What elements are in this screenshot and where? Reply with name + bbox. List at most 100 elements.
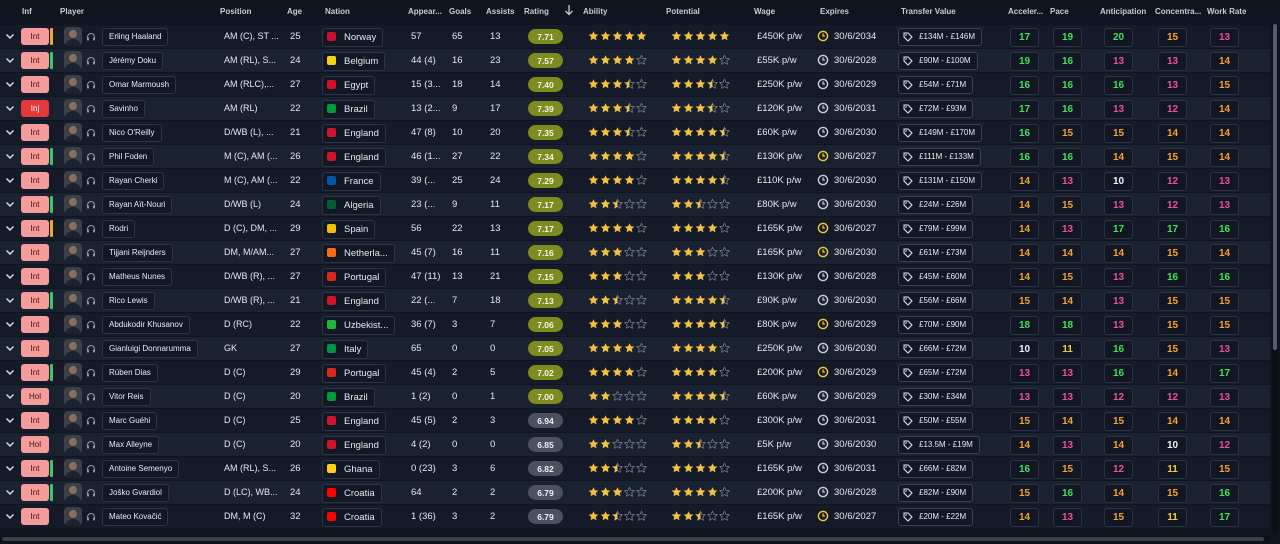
player-name[interactable]: Rayan Aït-Nouri [102, 196, 173, 214]
chevron-down-icon[interactable] [4, 294, 16, 306]
player-name[interactable]: Tijjani Reijnders [102, 244, 173, 262]
table-row[interactable]: Int Joško Gvardiol D (LC), WB... 24 Croa… [0, 481, 1270, 504]
col-inf[interactable]: Inf [22, 7, 32, 16]
col-transfer-value[interactable]: Transfer Value [901, 7, 956, 16]
table-row[interactable]: Int Matheus Nunes D/WB (R), ... 27 Portu… [0, 265, 1270, 288]
transfer-value-chip[interactable]: £56M - £66M [898, 292, 974, 310]
table-row[interactable]: Int Marc Guéhi D (C) 25 England 45 (5) 2… [0, 409, 1270, 432]
table-row[interactable]: Int Antoine Semenyo AM (RL), S... 26 Gha… [0, 457, 1270, 480]
col-anticipation[interactable]: Anticipation [1100, 7, 1146, 16]
horizontal-scrollbar-thumb[interactable] [2, 537, 1264, 541]
nation-chip[interactable]: Croatia [322, 508, 382, 527]
col-goals[interactable]: Goals [449, 7, 471, 16]
table-row[interactable]: Int Abdukodir Khusanov D (RC) 22 Uzbekis… [0, 313, 1270, 336]
info-badge[interactable]: Int [21, 172, 49, 189]
player-name[interactable]: Abdukodir Khusanov [102, 316, 190, 334]
table-row[interactable]: Hol Max Alleyne D (C) 20 England 4 (2) 0… [0, 433, 1270, 456]
table-row[interactable]: Int Phil Foden M (C), AM (... 26 England… [0, 145, 1270, 168]
info-badge[interactable]: Int [21, 124, 49, 141]
nation-chip[interactable]: Croatia [322, 484, 382, 503]
player-name[interactable]: Nico O'Reilly [102, 124, 162, 142]
table-row[interactable]: Int Tijjani Reijnders DM, M/AM... 27 Net… [0, 241, 1270, 264]
col-concentration[interactable]: Concentra... [1155, 7, 1201, 16]
table-row[interactable]: Int Rayan Aït-Nouri D/WB (L) 24 Algeria … [0, 193, 1270, 216]
table-row[interactable]: Int Nico O'Reilly D/WB (L), ... 21 Engla… [0, 121, 1270, 144]
chevron-down-icon[interactable] [4, 198, 16, 210]
transfer-value-chip[interactable]: £30M - £34M [898, 388, 974, 406]
nation-chip[interactable]: England [322, 436, 386, 455]
col-position[interactable]: Position [220, 7, 252, 16]
sort-arrow-down-icon[interactable] [564, 4, 574, 18]
nation-chip[interactable]: Brazil [322, 388, 375, 407]
player-name[interactable]: Mateo Kovačić [102, 508, 169, 526]
chevron-down-icon[interactable] [4, 78, 16, 90]
transfer-value-chip[interactable]: £131M - £150M [898, 172, 983, 190]
transfer-value-chip[interactable]: £72M - £93M [898, 100, 974, 118]
table-row[interactable]: Int Omar Marmoush AM (RLC),... 27 Egypt … [0, 73, 1270, 96]
player-name[interactable]: Rayan Cherki [102, 172, 165, 190]
table-row[interactable]: Inj Savinho AM (RL) 22 Brazil 13 (2... 9… [0, 97, 1270, 120]
transfer-value-chip[interactable]: £66M - £72M [898, 340, 974, 358]
transfer-value-chip[interactable]: £79M - £99M [898, 220, 974, 238]
transfer-value-chip[interactable]: £65M - £72M [898, 364, 974, 382]
table-row[interactable]: Int Rayan Cherki M (C), AM (... 22 Franc… [0, 169, 1270, 192]
chevron-down-icon[interactable] [4, 438, 16, 450]
nation-chip[interactable]: Brazil [322, 100, 375, 119]
chevron-down-icon[interactable] [4, 126, 16, 138]
nation-chip[interactable]: England [322, 292, 386, 311]
player-name[interactable]: Max Alleyne [102, 436, 160, 454]
col-ability[interactable]: Ability [583, 7, 607, 16]
player-name[interactable]: Matheus Nunes [102, 268, 173, 286]
transfer-value-chip[interactable]: £134M - £146M [898, 28, 983, 46]
nation-chip[interactable]: Portugal [322, 268, 387, 287]
table-row[interactable]: Int Rico Lewis D/WB (R), ... 21 England … [0, 289, 1270, 312]
transfer-value-chip[interactable]: £61M - £73M [898, 244, 974, 262]
table-row[interactable]: Int Rodri D (C), DM, ... 29 Spain 56 22 … [0, 217, 1270, 240]
table-row[interactable]: Int Mateo Kovačić DM, M (C) 32 Croatia 1… [0, 505, 1270, 528]
transfer-value-chip[interactable]: £149M - £170M [898, 124, 983, 142]
nation-chip[interactable]: Uzbekist... [322, 316, 396, 335]
info-badge[interactable]: Int [21, 460, 49, 477]
player-name[interactable]: Jérémy Doku [102, 52, 164, 70]
table-row[interactable]: Hol Vitor Reis D (C) 20 Brazil 1 (2) 0 1… [0, 385, 1270, 408]
player-name[interactable]: Rico Lewis [102, 292, 155, 310]
chevron-down-icon[interactable] [4, 462, 16, 474]
col-assists[interactable]: Assists [486, 7, 514, 16]
info-badge[interactable]: Int [21, 364, 49, 381]
player-name[interactable]: Marc Guéhi [102, 412, 158, 430]
nation-chip[interactable]: Egypt [322, 76, 376, 95]
chevron-down-icon[interactable] [4, 270, 16, 282]
col-rating[interactable]: Rating [524, 7, 549, 16]
nation-chip[interactable]: France [322, 172, 381, 191]
transfer-value-chip[interactable]: £70M - £90M [898, 316, 974, 334]
chevron-down-icon[interactable] [4, 390, 16, 402]
chevron-down-icon[interactable] [4, 150, 16, 162]
col-expires[interactable]: Expires [820, 7, 849, 16]
player-name[interactable]: Vitor Reis [102, 388, 151, 406]
chevron-down-icon[interactable] [4, 342, 16, 354]
player-name[interactable]: Savinho [102, 100, 145, 118]
chevron-down-icon[interactable] [4, 414, 16, 426]
chevron-down-icon[interactable] [4, 174, 16, 186]
col-wage[interactable]: Wage [754, 7, 775, 16]
player-name[interactable]: Omar Marmoush [102, 76, 177, 94]
nation-chip[interactable]: England [322, 148, 386, 167]
transfer-value-chip[interactable]: £20M - £22M [898, 508, 974, 526]
transfer-value-chip[interactable]: £50M - £55M [898, 412, 974, 430]
chevron-down-icon[interactable] [4, 510, 16, 522]
info-badge[interactable]: Int [21, 220, 49, 237]
info-badge[interactable]: Hol [21, 388, 49, 405]
info-badge[interactable]: Int [21, 316, 49, 333]
info-badge[interactable]: Int [21, 484, 49, 501]
info-badge[interactable]: Int [21, 292, 49, 309]
nation-chip[interactable]: England [322, 124, 386, 143]
player-name[interactable]: Rúben Dias [102, 364, 158, 382]
transfer-value-chip[interactable]: £111M - £133M [898, 148, 981, 166]
col-work-rate[interactable]: Work Rate [1207, 7, 1246, 16]
transfer-value-chip[interactable]: £13.5M - £19M [898, 436, 980, 454]
col-appearances[interactable]: Appear... [408, 7, 442, 16]
nation-chip[interactable]: England [322, 412, 386, 431]
info-badge[interactable]: Int [21, 412, 49, 429]
transfer-value-chip[interactable]: £66M - £82M [898, 460, 974, 478]
info-badge[interactable]: Int [21, 196, 49, 213]
